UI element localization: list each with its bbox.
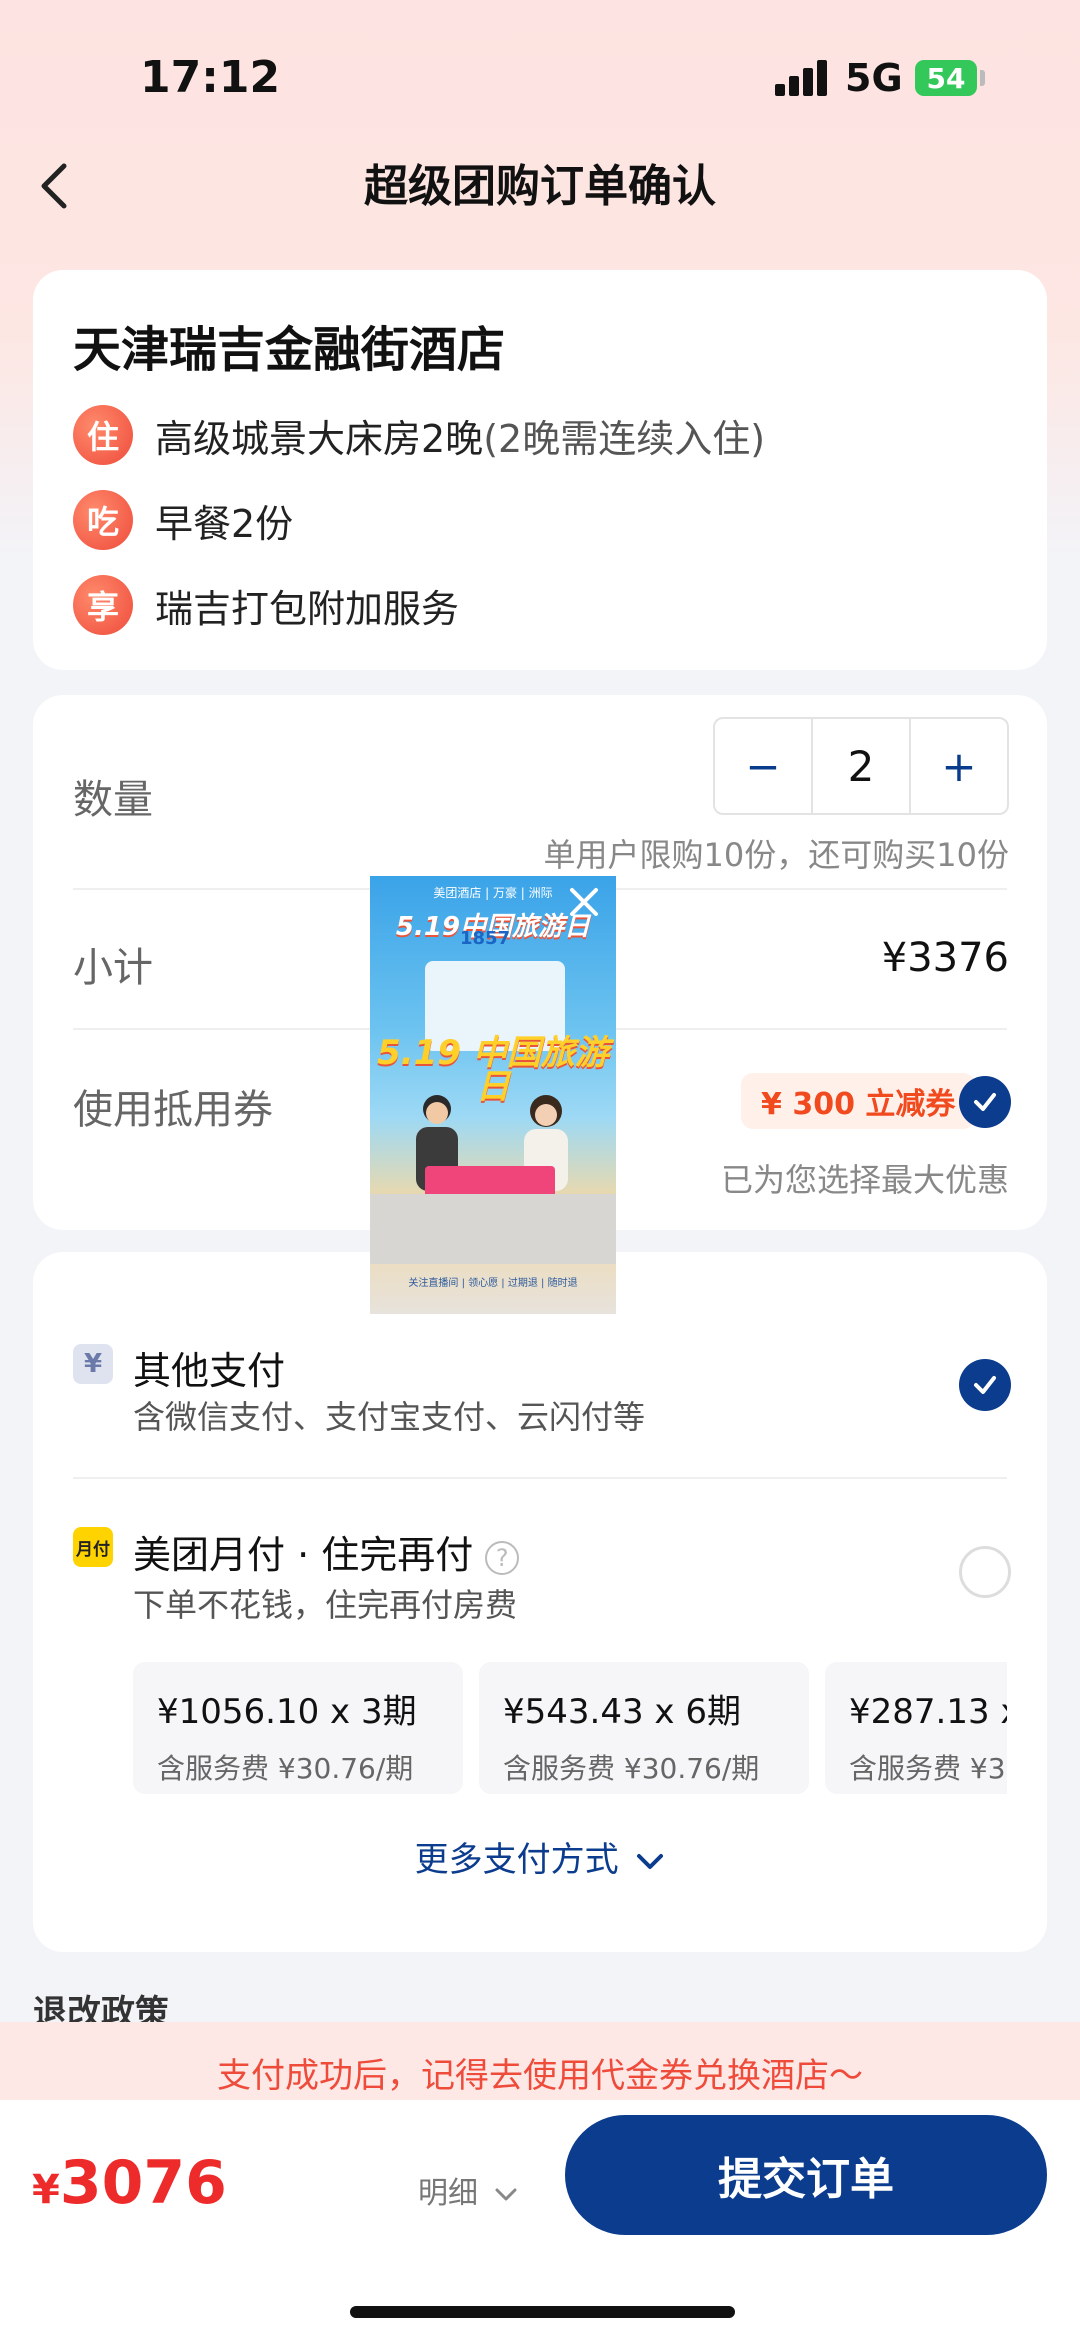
installment-fee: 含服务费 ¥30.76/期 bbox=[503, 1752, 760, 1785]
service-tag-icon: 享 bbox=[73, 575, 133, 635]
bottom-bar: ¥3076 明细 提交订单 bbox=[0, 2100, 1080, 2341]
battery-level: 54 bbox=[926, 61, 966, 95]
status-bar: 17:12 5G 54 bbox=[0, 0, 1080, 150]
currency-symbol: ¥ bbox=[32, 2167, 60, 2213]
other-pay-subtitle: 含微信支付、支付宝支付、云闪付等 bbox=[133, 1398, 646, 1436]
payment-card: ¥ 其他支付 含微信支付、支付宝支付、云闪付等 月付 美团月付 · 住完再付? … bbox=[33, 1252, 1047, 1952]
more-payment-label: 更多支付方式 bbox=[414, 1840, 619, 1880]
detail-label: 明细 bbox=[418, 2176, 478, 2211]
ad-desk bbox=[370, 1194, 616, 1264]
stay-tag-icon: 住 bbox=[73, 405, 133, 465]
nav-bar: 超级团购订单确认 bbox=[0, 140, 1080, 230]
subtotal-value: ¥3376 bbox=[881, 935, 1009, 981]
battery-tip bbox=[980, 70, 985, 86]
best-discount-text: 已为您选择最大优惠 bbox=[720, 1161, 1009, 1199]
status-time: 17:12 bbox=[140, 52, 281, 103]
close-icon bbox=[570, 888, 598, 916]
ad-price: 1857 bbox=[460, 928, 511, 949]
back-button[interactable] bbox=[30, 158, 80, 214]
installment-price: ¥543.43 x 6期 bbox=[503, 1692, 741, 1732]
monthly-pay-icon: 月付 bbox=[73, 1527, 113, 1567]
chevron-left-icon bbox=[41, 163, 67, 209]
installment-fee: 含服务费 ¥30.76/期 bbox=[849, 1752, 1007, 1785]
plus-button[interactable]: + bbox=[911, 719, 1007, 813]
submit-order-button[interactable]: 提交订单 bbox=[565, 2115, 1047, 2235]
other-pay-radio[interactable] bbox=[959, 1359, 1011, 1411]
help-icon[interactable]: ? bbox=[485, 1540, 520, 1575]
package-item-stay: 住 高级城景大床房2晚 (2晚需连续入住) bbox=[73, 403, 765, 467]
minus-button[interactable]: − bbox=[715, 719, 811, 813]
installment-price: ¥287.13 x 12期 bbox=[849, 1692, 1007, 1732]
quantity-value: 2 bbox=[811, 719, 911, 813]
other-pay-title[interactable]: 其他支付 bbox=[133, 1340, 285, 1395]
signal-icon bbox=[775, 60, 829, 96]
coupon-checkbox[interactable] bbox=[959, 1076, 1011, 1128]
monthly-pay-title[interactable]: 美团月付 · 住完再付? bbox=[133, 1524, 520, 1579]
check-icon bbox=[974, 1376, 996, 1394]
installment-list: ¥1056.10 x 3期 含服务费 ¥30.76/期 ¥543.43 x 6期… bbox=[133, 1662, 1007, 1794]
monthly-pay-title-text: 美团月付 · 住完再付 bbox=[133, 1533, 474, 1577]
installment-option[interactable]: ¥1056.10 x 3期 含服务费 ¥30.76/期 bbox=[133, 1662, 463, 1794]
hotel-card: 天津瑞吉金融街酒店 住 高级城景大床房2晚 (2晚需连续入住) 吃 早餐2份 享… bbox=[33, 270, 1047, 670]
purchase-limit-text: 单用户限购10份，还可购买10份 bbox=[543, 836, 1009, 874]
package-item-text: 早餐2份 bbox=[155, 501, 294, 546]
installment-price: ¥1056.10 x 3期 bbox=[157, 1692, 417, 1732]
subtotal-label: 小计 bbox=[73, 945, 153, 991]
installment-fee: 含服务费 ¥30.76/期 bbox=[157, 1752, 414, 1785]
package-item-food: 吃 早餐2份 bbox=[73, 488, 293, 552]
battery-icon: 54 bbox=[915, 60, 977, 96]
quantity-label: 数量 bbox=[73, 777, 153, 823]
total-amount: 3076 bbox=[59, 2148, 227, 2218]
network-type: 5G bbox=[845, 56, 903, 100]
total-price: ¥3076 bbox=[32, 2148, 227, 2218]
installment-option[interactable]: ¥543.43 x 6期 含服务费 ¥30.76/期 bbox=[479, 1662, 809, 1794]
package-item-text: 高级城景大床房2晚 bbox=[155, 416, 484, 461]
page-title: 超级团购订单确认 bbox=[364, 161, 716, 212]
divider bbox=[73, 1477, 1007, 1479]
package-item-service: 享 瑞吉打包附加服务 bbox=[73, 573, 459, 637]
monthly-pay-radio[interactable] bbox=[959, 1546, 1011, 1598]
ad-footer-text: 关注直播间 | 领心愿 | 过期退 | 随时退 bbox=[408, 1278, 578, 1289]
other-pay-icon: ¥ bbox=[73, 1344, 113, 1384]
home-indicator bbox=[350, 2306, 735, 2318]
detail-button[interactable]: 明细 bbox=[418, 2168, 518, 2212]
ad-big-title: 5.19 中国旅游日 bbox=[377, 1033, 609, 1107]
package-item-text: 瑞吉打包附加服务 bbox=[155, 586, 460, 631]
chevron-down-icon bbox=[495, 2188, 517, 2200]
hotel-name: 天津瑞吉金融街酒店 bbox=[73, 322, 506, 378]
more-payment-button[interactable]: 更多支付方式 bbox=[33, 1832, 1047, 1881]
ad-close-button[interactable] bbox=[566, 884, 602, 920]
quantity-stepper: − 2 + bbox=[713, 717, 1009, 815]
monthly-pay-subtitle: 下单不花钱，住完再付房费 bbox=[133, 1586, 518, 1624]
installment-option[interactable]: ¥287.13 x 12期 含服务费 ¥30.76/期 bbox=[825, 1662, 1007, 1794]
chevron-down-icon bbox=[637, 1853, 664, 1869]
food-tag-icon: 吃 bbox=[73, 490, 133, 550]
floating-ad[interactable]: 美团酒店 | 万豪 | 洲际 5.19中国旅游日 1857 5.19 中国旅游日… bbox=[370, 876, 616, 1314]
package-item-note: (2晚需连续入住) bbox=[483, 416, 766, 461]
coupon-label: 使用抵用券 bbox=[73, 1087, 273, 1133]
coupon-badge[interactable]: ¥ 300 立减券 bbox=[741, 1073, 976, 1129]
check-icon bbox=[974, 1093, 996, 1111]
